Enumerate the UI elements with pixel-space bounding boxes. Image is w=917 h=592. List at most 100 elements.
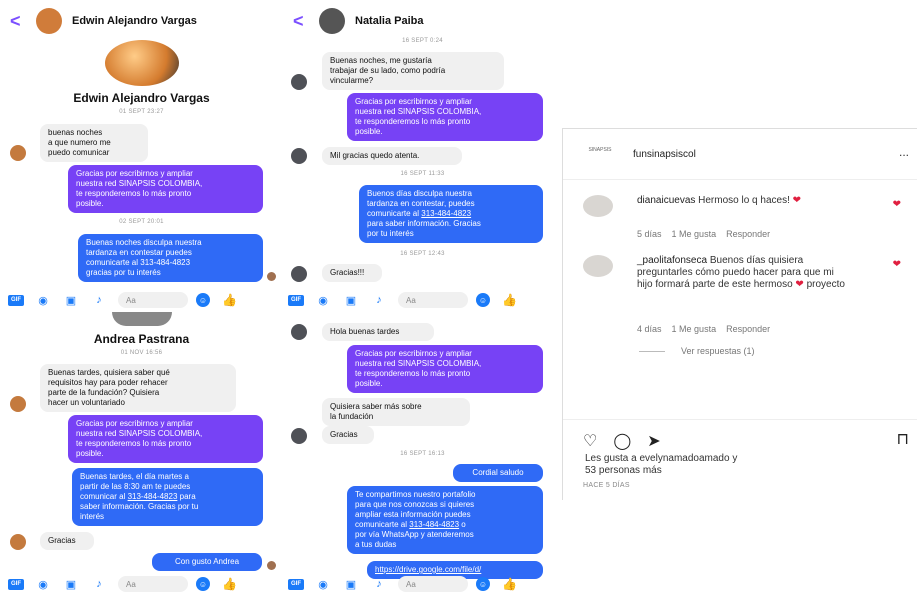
- account-logo[interactable]: SINAPSIS: [583, 147, 617, 163]
- timestamp: 16 SEPT 12:43: [400, 251, 445, 257]
- reply-button[interactable]: Responder: [726, 324, 770, 334]
- comment-likes[interactable]: 1 Me gusta: [672, 229, 717, 239]
- outgoing-message[interactable]: Te compartimos nuestro portafolio para q…: [347, 486, 543, 554]
- timestamp: 16 SEPT 11:33: [400, 171, 445, 177]
- comment-icon[interactable]: ◯: [613, 431, 631, 451]
- contact-avatar: [291, 74, 307, 90]
- comment-likes[interactable]: 1 Me gusta: [672, 324, 717, 334]
- mic-icon[interactable]: ♪: [370, 294, 388, 306]
- timestamp: 01 NOV 16:56: [120, 350, 163, 356]
- message-input[interactable]: Aa: [398, 576, 468, 592]
- mic-icon[interactable]: ♪: [370, 578, 388, 590]
- incoming-message[interactable]: Quisiera saber más sobre la fundación: [322, 398, 470, 426]
- profile-name: Edwin Alejandro Vargas: [73, 91, 210, 105]
- image-icon[interactable]: ▣: [342, 294, 360, 307]
- incoming-message[interactable]: Mil gracias quedo atenta.: [322, 147, 462, 165]
- incoming-message[interactable]: Gracias: [322, 426, 374, 444]
- outgoing-message[interactable]: Gracias por escribirnos y ampliar nuestr…: [347, 93, 543, 141]
- outgoing-message[interactable]: Buenas tardes, el día martes a partir de…: [72, 468, 263, 526]
- outgoing-message[interactable]: Gracias por escribirnos y ampliar nuestr…: [68, 165, 263, 213]
- emoji-icon[interactable]: ☺: [196, 577, 210, 591]
- bookmark-icon[interactable]: ⊓: [897, 429, 909, 449]
- back-icon[interactable]: <: [293, 11, 313, 32]
- contact-avatar: [291, 266, 307, 282]
- share-icon[interactable]: ➤: [647, 431, 660, 451]
- camera-icon[interactable]: ◉: [314, 294, 332, 307]
- outgoing-message[interactable]: Cordial saludo: [453, 464, 543, 482]
- outgoing-message[interactable]: Buenos días disculpa nuestra tardanza en…: [359, 185, 543, 243]
- contact-name[interactable]: Natalia Paiba: [355, 15, 423, 27]
- post-age: HACE 5 DÍAS: [583, 482, 630, 489]
- timestamp: 16 SEPT 16:13: [400, 451, 445, 457]
- seen-avatar: [267, 561, 276, 570]
- message-input[interactable]: Aa: [398, 292, 468, 308]
- emoji-icon[interactable]: ☺: [196, 293, 210, 307]
- gif-button[interactable]: GIF: [288, 578, 304, 590]
- phone-link[interactable]: 313-484-4823: [409, 520, 459, 529]
- comment-text: Hermoso lo q haces!: [695, 195, 790, 206]
- incoming-message[interactable]: Gracias!!!: [322, 264, 382, 282]
- gif-button[interactable]: GIF: [288, 294, 304, 306]
- phone-link[interactable]: 313-484-4823: [421, 209, 471, 218]
- like-icon[interactable]: 👍: [222, 293, 237, 307]
- image-icon[interactable]: ▣: [342, 578, 360, 591]
- incoming-message[interactable]: buenas noches a que numero me puedo comu…: [40, 124, 148, 162]
- reply-button[interactable]: Responder: [726, 229, 770, 239]
- account-name[interactable]: funsinapsiscol: [633, 149, 696, 160]
- likes-line: Les gusta a evelynamadoamado y: [585, 453, 738, 464]
- comment-user[interactable]: dianaicuevas: [637, 195, 695, 206]
- outgoing-message[interactable]: Con gusto Andrea: [152, 553, 262, 571]
- profile-avatar: [111, 312, 172, 326]
- contact-avatar: [291, 324, 307, 340]
- chat-header: < Natalia Paiba: [283, 8, 562, 34]
- like-icon[interactable]: 👍: [502, 577, 517, 591]
- mic-icon[interactable]: ♪: [90, 578, 108, 590]
- incoming-message[interactable]: Buenas noches, me gustaría trabajar de s…: [322, 52, 504, 90]
- gif-button[interactable]: GIF: [8, 294, 24, 306]
- emoji-icon[interactable]: ☺: [476, 293, 490, 307]
- phone-link[interactable]: 313-484-4823: [128, 492, 178, 501]
- avatar[interactable]: [583, 255, 613, 277]
- avatar[interactable]: [583, 195, 613, 217]
- timestamp: 16 SEPT 0:24: [402, 38, 443, 44]
- more-icon[interactable]: ...: [899, 145, 909, 159]
- avatar[interactable]: [319, 8, 345, 34]
- like-icon[interactable]: 👍: [222, 577, 237, 591]
- outgoing-message[interactable]: Buenas noches disculpa nuestra tardanza …: [78, 234, 263, 282]
- emoji-icon[interactable]: ☺: [476, 577, 490, 591]
- avatar[interactable]: [36, 8, 62, 34]
- image-icon[interactable]: ▣: [62, 578, 80, 591]
- outgoing-message[interactable]: Gracias por escribirnos y ampliar nuestr…: [68, 415, 263, 463]
- incoming-message[interactable]: Hola buenas tardes: [322, 323, 434, 341]
- contact-name[interactable]: Edwin Alejandro Vargas: [72, 15, 197, 27]
- heart-icon: ❤: [795, 279, 804, 290]
- image-icon[interactable]: ▣: [62, 294, 80, 307]
- mic-icon[interactable]: ♪: [90, 294, 108, 306]
- outgoing-message[interactable]: Gracias por escribirnos y ampliar nuestr…: [347, 345, 543, 393]
- camera-icon[interactable]: ◉: [34, 294, 52, 307]
- view-replies-button[interactable]: Ver respuestas (1): [681, 346, 755, 356]
- chat-panel-natalia: < Natalia Paiba 16 SEPT 0:24 Buenas noch…: [283, 0, 562, 312]
- camera-icon[interactable]: ◉: [314, 578, 332, 591]
- contact-avatar: [10, 396, 26, 412]
- heart-icon: ❤: [792, 195, 802, 206]
- incoming-message[interactable]: Buenas tardes, quisiera saber qué requis…: [40, 364, 236, 412]
- timestamp: 01 SEPT 23:27: [119, 109, 164, 115]
- comment: _paolitafonseca Buenos días quisiera pre…: [637, 255, 847, 291]
- contact-avatar: [10, 534, 26, 550]
- back-icon[interactable]: <: [10, 11, 30, 32]
- heart-icon[interactable]: ❤: [893, 259, 901, 270]
- heart-icon[interactable]: ❤: [893, 199, 901, 210]
- comment: dianaicuevas Hermoso lo q haces! ❤: [637, 195, 837, 207]
- likes-summary[interactable]: Les gusta a evelynamadoamado y 53 persona…: [585, 453, 737, 477]
- message-input[interactable]: Aa: [118, 292, 188, 308]
- comment-user[interactable]: _paolitafonseca: [637, 255, 707, 266]
- like-icon[interactable]: 👍: [502, 293, 517, 307]
- gif-button[interactable]: GIF: [8, 578, 24, 590]
- heart-icon[interactable]: ♡: [583, 431, 597, 451]
- action-bar: ♡ ◯ ➤: [583, 431, 661, 451]
- composer-bar: GIF ◉ ▣ ♪ Aa ☺ 👍: [8, 574, 237, 592]
- message-input[interactable]: Aa: [118, 576, 188, 592]
- incoming-message[interactable]: Gracias: [40, 532, 94, 550]
- camera-icon[interactable]: ◉: [34, 578, 52, 591]
